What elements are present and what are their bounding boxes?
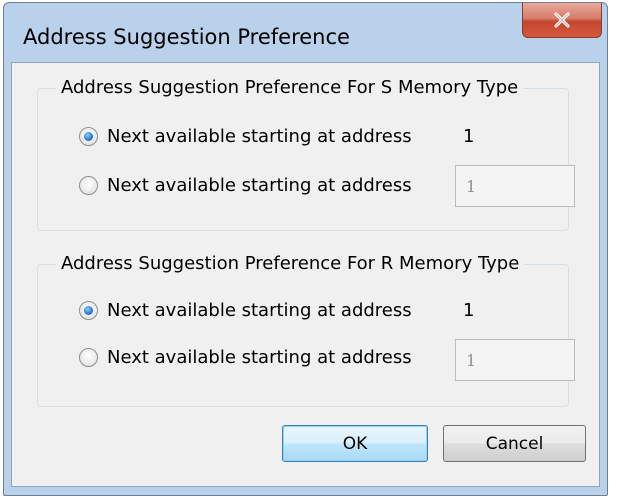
r-option1-radio[interactable] <box>79 301 98 320</box>
r-option2-label: Next available starting at address <box>107 347 412 368</box>
r-memory-group-legend: Address Suggestion Preference For R Memo… <box>56 253 525 274</box>
s-address-input[interactable]: 1 <box>455 165 575 207</box>
r-memory-groupbox <box>37 264 569 407</box>
s-option2-radio[interactable] <box>79 176 98 195</box>
r-option2-radio[interactable] <box>79 348 98 367</box>
r-option-next-available-custom[interactable]: Next available starting at address <box>79 347 412 368</box>
r-option1-label: Next available starting at address <box>107 300 412 321</box>
ok-button[interactable]: OK <box>282 425 428 462</box>
s-option1-radio[interactable] <box>79 127 98 146</box>
s-option1-label: Next available starting at address <box>107 126 412 147</box>
r-address-input-value: 1 <box>466 350 477 370</box>
s-memory-group-legend: Address Suggestion Preference For S Memo… <box>56 77 524 98</box>
s-option-next-available-fixed[interactable]: Next available starting at address <box>79 126 412 147</box>
s-option1-value: 1 <box>463 126 475 147</box>
r-option1-value: 1 <box>463 300 475 321</box>
s-memory-groupbox <box>37 88 569 231</box>
close-button[interactable] <box>522 3 602 38</box>
title-bar[interactable]: Address Suggestion Preference <box>4 3 607 63</box>
window-title: Address Suggestion Preference <box>23 25 350 49</box>
close-icon <box>553 12 571 28</box>
r-address-input[interactable]: 1 <box>455 339 575 381</box>
s-option2-label: Next available starting at address <box>107 175 412 196</box>
cancel-button[interactable]: Cancel <box>443 425 586 462</box>
s-address-input-value: 1 <box>466 176 477 196</box>
s-option-next-available-custom[interactable]: Next available starting at address <box>79 175 412 196</box>
r-option-next-available-fixed[interactable]: Next available starting at address <box>79 300 412 321</box>
